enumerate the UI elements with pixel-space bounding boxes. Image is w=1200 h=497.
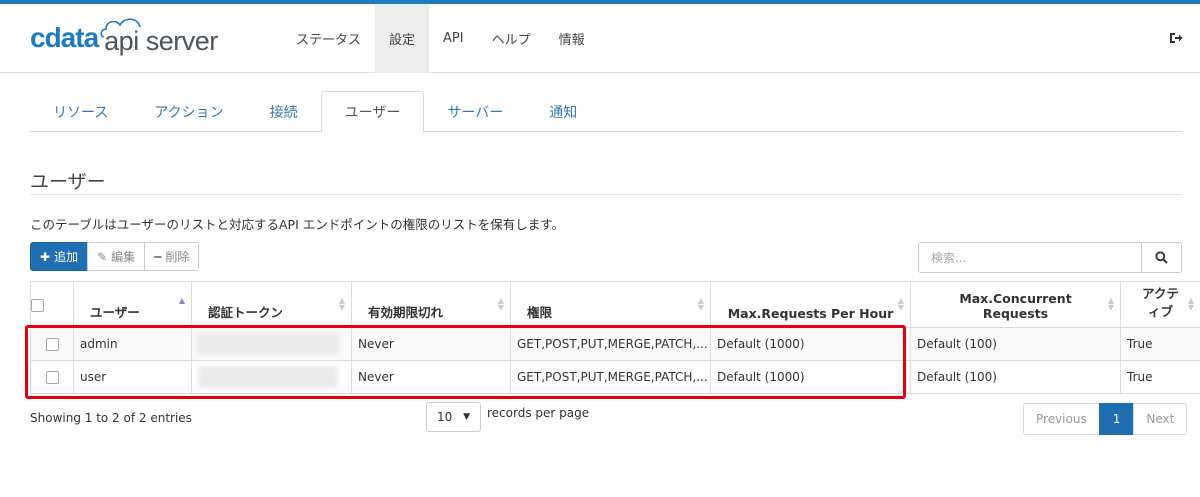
pagination: Previous 1 Next bbox=[1023, 403, 1188, 435]
next-page-button[interactable]: Next bbox=[1133, 403, 1188, 435]
cell-user: user bbox=[73, 360, 192, 394]
column-header-label: ユーザー bbox=[90, 305, 140, 320]
column-header-label: ィブ bbox=[1147, 304, 1173, 319]
page-size-select[interactable]: 10 ▼ bbox=[426, 402, 481, 432]
table-header-row: ユーザー ▲ 認証トークン ▲ ▼ 有効期限切れ ▲ ▼ 権限 ▲ ▼ Max.Request… bbox=[30, 281, 1200, 328]
delete-button[interactable]: ━ 削除 bbox=[144, 242, 200, 271]
select-all-checkbox[interactable] bbox=[31, 299, 44, 312]
main-nav: ステータス 設定 API ヘルプ 情報 bbox=[282, 4, 599, 73]
settings-tabs: リソース アクション 接続 ユーザー サーバー 通知 bbox=[30, 91, 1182, 133]
table-toolbar: ✚ 追加 ✎ 編集 ━ 削除 bbox=[30, 242, 200, 271]
column-header-label: 権限 bbox=[527, 305, 553, 320]
logo-cdata-text: cdata bbox=[30, 22, 99, 53]
column-header-max-concurrent[interactable]: Max.Concurrent Requests ▲ ▼ bbox=[910, 281, 1121, 328]
page-size-control: 10 ▼ records per page bbox=[426, 402, 589, 432]
column-header-token[interactable]: 認証トークン ▲ ▼ bbox=[191, 281, 352, 328]
tab-users[interactable]: ユーザー bbox=[320, 91, 425, 133]
cell-active: True bbox=[1120, 360, 1200, 394]
caret-down-icon: ▼ bbox=[463, 412, 470, 422]
nav-settings[interactable]: 設定 bbox=[375, 4, 430, 73]
row-checkbox[interactable] bbox=[45, 338, 59, 351]
select-all-header bbox=[30, 281, 74, 328]
edit-icon: ✎ bbox=[97, 249, 108, 264]
cell-max-concurrent: Default (100) bbox=[910, 360, 1121, 394]
sort-icon: ▲ ▼ bbox=[338, 296, 345, 312]
tab-connections[interactable]: 接続 bbox=[247, 91, 321, 132]
tab-actions[interactable]: アクション bbox=[131, 91, 246, 132]
row-select-cell bbox=[30, 327, 74, 361]
cell-permissions: GET,POST,PUT,MERGE,PATCH,... bbox=[510, 360, 711, 394]
redacted-token bbox=[198, 366, 338, 388]
cell-permissions: GET,POST,PUT,MERGE,PATCH,... bbox=[510, 327, 711, 361]
column-header-label: Max.Requests Per Hour bbox=[727, 306, 894, 321]
cell-user: admin bbox=[73, 327, 192, 361]
cell-expires: Never bbox=[351, 360, 511, 394]
cell-max-concurrent: Default (100) bbox=[910, 327, 1121, 361]
cell-active: True bbox=[1120, 327, 1200, 361]
delete-button-label: 削除 bbox=[165, 250, 190, 264]
tab-server[interactable]: サーバー bbox=[424, 91, 526, 132]
previous-page-button[interactable]: Previous bbox=[1023, 403, 1100, 435]
nav-info[interactable]: 情報 bbox=[545, 4, 599, 73]
sort-asc-icon: ▲ bbox=[178, 296, 185, 305]
edit-button-label: 編集 bbox=[111, 250, 136, 264]
sort-icon: ▲ ▼ bbox=[697, 296, 704, 312]
page-description: このテーブルはユーザーのリストと対応するAPI エンドポイントの権限のリストを保… bbox=[30, 217, 565, 232]
cell-token bbox=[191, 360, 352, 394]
sort-icon: ▲ ▼ bbox=[1107, 296, 1114, 312]
cell-max-requests: Default (1000) bbox=[710, 327, 911, 361]
nav-help[interactable]: ヘルプ bbox=[478, 4, 545, 73]
sort-icon: ▲ ▼ bbox=[497, 296, 504, 312]
title-divider bbox=[30, 194, 1182, 195]
minus-icon: ━ bbox=[154, 249, 162, 264]
column-header-expires[interactable]: 有効期限切れ ▲ ▼ bbox=[351, 281, 511, 328]
page-size-value: 10 bbox=[437, 410, 453, 424]
page-title: ユーザー bbox=[30, 171, 106, 193]
logo-product: api server bbox=[100, 17, 218, 56]
nav-api[interactable]: API bbox=[429, 4, 478, 73]
tab-resources[interactable]: リソース bbox=[30, 91, 131, 132]
column-header-label: 有効期限切れ bbox=[368, 305, 444, 320]
cell-max-requests: Default (1000) bbox=[710, 360, 911, 394]
search-button[interactable] bbox=[1141, 242, 1182, 273]
nav-status[interactable]: ステータス bbox=[282, 4, 375, 73]
logout-icon[interactable] bbox=[1169, 31, 1183, 45]
tab-notifications[interactable]: 通知 bbox=[526, 91, 600, 132]
page-button-current[interactable]: 1 bbox=[1098, 403, 1135, 435]
search-icon bbox=[1155, 251, 1168, 264]
add-button[interactable]: ✚ 追加 bbox=[30, 242, 89, 271]
row-checkbox[interactable] bbox=[45, 371, 59, 384]
column-header-label: アクテ bbox=[1142, 286, 1179, 301]
column-header-user[interactable]: ユーザー ▲ bbox=[73, 281, 192, 328]
edit-button[interactable]: ✎ 編集 bbox=[87, 242, 146, 271]
logo[interactable]: cdata api server bbox=[30, 17, 218, 58]
table-info: Showing 1 to 2 of 2 entries bbox=[30, 411, 192, 425]
column-header-label: 認証トークン bbox=[208, 305, 284, 320]
redacted-token bbox=[198, 333, 338, 355]
column-header-permissions[interactable]: 権限 ▲ ▼ bbox=[510, 281, 711, 328]
table-row[interactable]: admin Never GET,POST,PUT,MERGE,PATCH,...… bbox=[30, 327, 1200, 361]
page-size-label: records per page bbox=[487, 406, 590, 420]
table-row[interactable]: user Never GET,POST,PUT,MERGE,PATCH,... … bbox=[30, 360, 1200, 394]
search-box bbox=[918, 242, 1182, 273]
logo-product-text: api server bbox=[104, 25, 218, 56]
cell-expires: Never bbox=[351, 327, 511, 361]
header: cdata api server ステータス 設定 API ヘルプ 情報 bbox=[0, 4, 1200, 73]
add-button-label: 追加 bbox=[54, 250, 79, 264]
sort-icon: ▲ ▼ bbox=[897, 296, 904, 312]
search-input[interactable] bbox=[918, 242, 1142, 273]
row-select-cell bbox=[30, 360, 74, 394]
column-header-max-requests[interactable]: Max.Requests Per Hour ▲ ▼ bbox=[710, 281, 911, 328]
column-header-label: Max.Concurrent Requests bbox=[959, 291, 1072, 321]
sort-icon: ▲ ▼ bbox=[1187, 296, 1194, 312]
column-header-active[interactable]: アクティブ ▲ ▼ bbox=[1120, 281, 1200, 328]
plus-icon: ✚ bbox=[40, 249, 51, 264]
users-table: ユーザー ▲ 認証トークン ▲ ▼ 有効期限切れ ▲ ▼ 権限 ▲ ▼ Max.Request… bbox=[30, 281, 1200, 394]
cell-token bbox=[191, 327, 352, 361]
